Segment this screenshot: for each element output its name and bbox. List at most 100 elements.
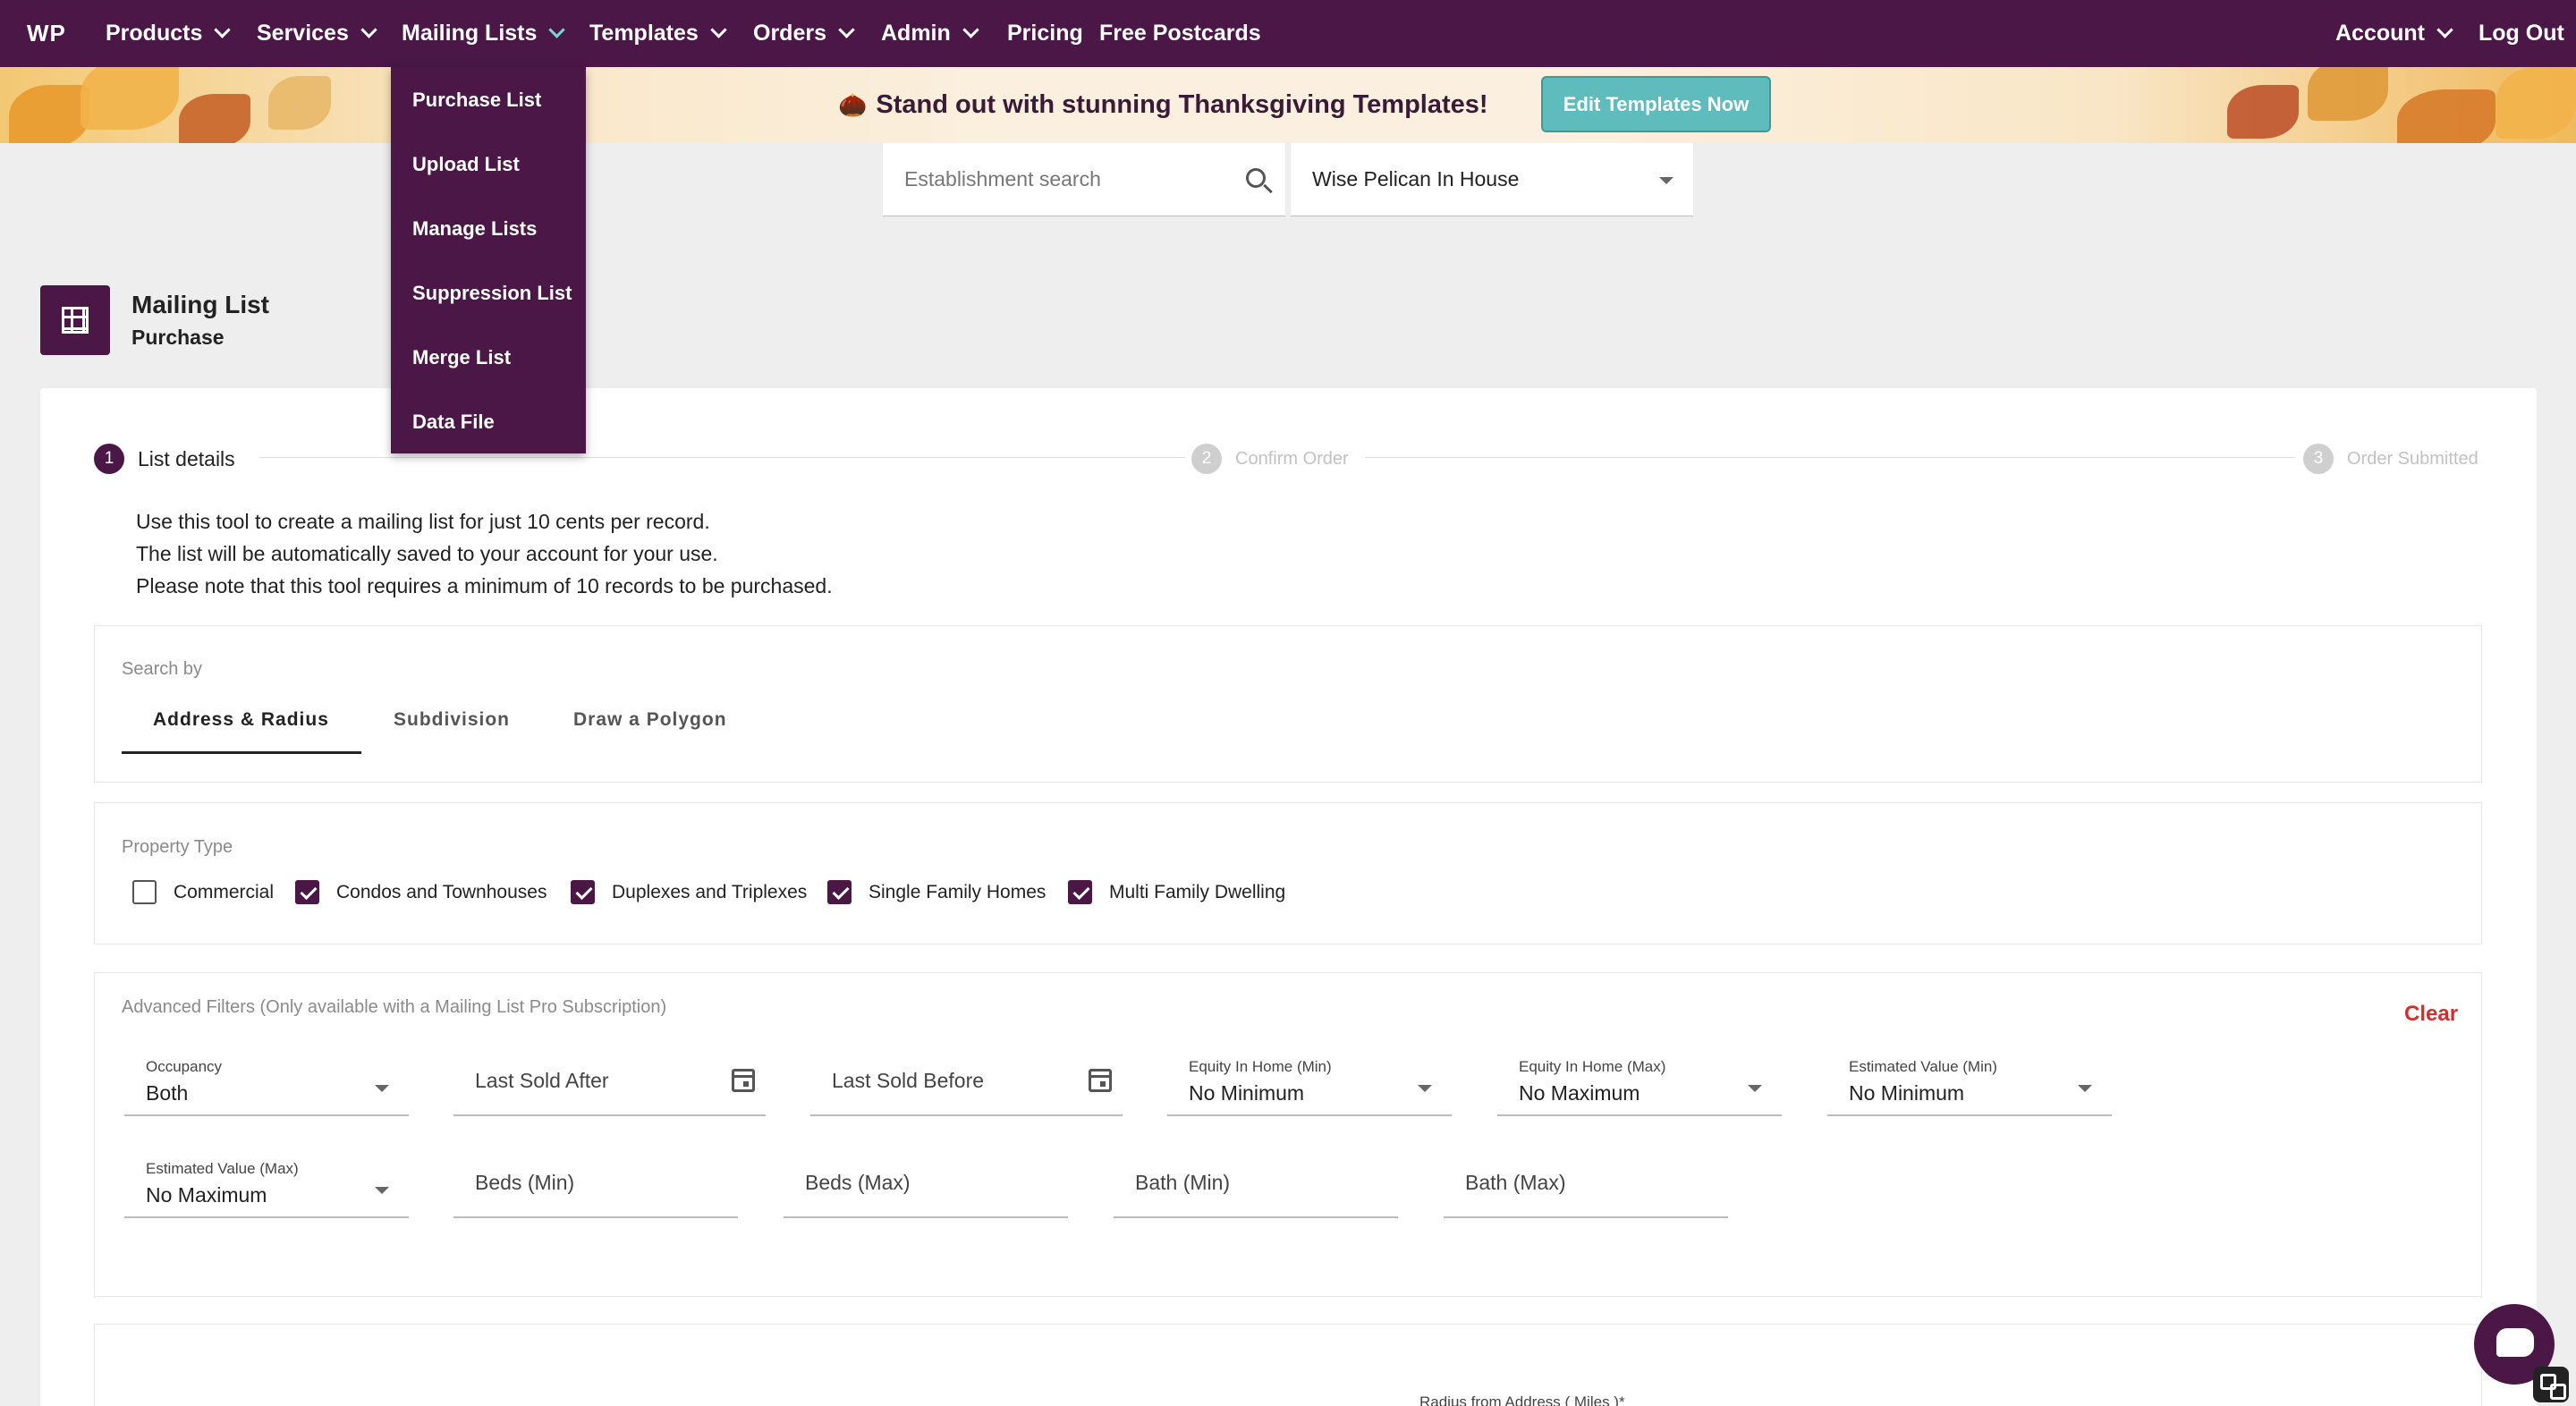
intro-line: The list will be automatically saved to … xyxy=(136,542,718,565)
checkbox-label: Duplexes and Triplexes xyxy=(612,881,808,902)
calendar-icon[interactable] xyxy=(1089,1069,1112,1092)
nav-free-postcards-label: Free Postcards xyxy=(1099,21,1261,46)
menu-item-manage-lists[interactable]: Manage Lists xyxy=(412,217,537,241)
calendar-icon[interactable] xyxy=(732,1069,755,1092)
nav-free-postcards[interactable]: Free Postcards xyxy=(1099,0,1261,67)
edit-templates-button[interactable]: Edit Templates Now xyxy=(1541,76,1771,132)
nav-logout[interactable]: Log Out xyxy=(2479,0,2564,67)
chat-bubble-icon xyxy=(2496,1328,2534,1357)
last-sold-after-field[interactable]: Last Sold After xyxy=(453,1049,766,1116)
nav-account[interactable]: Account xyxy=(2335,0,2453,67)
checkbox-single-family[interactable]: Single Family Homes xyxy=(827,880,1046,904)
tab-subdivision[interactable]: Subdivision xyxy=(394,709,510,731)
step-connector xyxy=(259,457,1185,458)
establishment-select[interactable]: Wise Pelican In House xyxy=(1291,143,1693,216)
nav-products[interactable]: Products xyxy=(106,0,232,67)
nav-templates[interactable]: Templates xyxy=(589,0,727,67)
clear-filters-link[interactable]: Clear xyxy=(2404,1002,2458,1027)
step-label: List details xyxy=(138,446,235,470)
property-type-panel xyxy=(94,802,2482,944)
last-sold-before-field[interactable]: Last Sold Before xyxy=(810,1049,1123,1116)
tab-address-radius[interactable]: Address & Radius xyxy=(153,709,329,731)
bath-max-input[interactable]: Bath (Max) xyxy=(1444,1151,1728,1218)
nav-pricing-label: Pricing xyxy=(1007,21,1083,46)
step-2: 2 Confirm Order xyxy=(1191,444,1349,474)
active-tab-indicator xyxy=(122,751,361,754)
beds-min-input[interactable]: Beds (Min) xyxy=(453,1151,738,1218)
chevron-down-icon xyxy=(962,21,979,38)
checkbox-checked-icon[interactable] xyxy=(827,880,852,904)
leaf-decoration xyxy=(2397,89,2496,143)
radius-label: Radius from Address ( Miles )* xyxy=(1419,1393,1625,1406)
extension-icon[interactable] xyxy=(2533,1367,2569,1402)
estimated-value-min-select[interactable]: Estimated Value (Min) No Minimum xyxy=(1827,1049,2112,1116)
nav-services-label: Services xyxy=(257,21,349,46)
field-label: Equity In Home (Min) xyxy=(1189,1058,1332,1075)
menu-item-data-file[interactable]: Data File xyxy=(412,411,495,434)
menu-item-merge-list[interactable]: Merge List xyxy=(412,346,511,369)
menu-item-upload-list[interactable]: Upload List xyxy=(412,153,520,176)
nav-admin-label: Admin xyxy=(881,21,951,46)
occupancy-select[interactable]: Occupancy Both xyxy=(124,1049,409,1116)
acorn-icon: 🌰 xyxy=(838,91,868,118)
page-subtitle: Purchase xyxy=(131,326,225,349)
nav-logout-label: Log Out xyxy=(2479,21,2564,46)
chevron-down-icon xyxy=(2436,21,2453,38)
nav-services[interactable]: Services xyxy=(257,0,377,67)
checkbox-multi-family[interactable]: Multi Family Dwelling xyxy=(1068,880,1285,904)
checkbox-checked-icon[interactable] xyxy=(1068,880,1092,904)
nav-mailing-lists[interactable]: Mailing Lists xyxy=(402,0,566,67)
equity-max-select[interactable]: Equity In Home (Max) No Maximum xyxy=(1497,1049,1782,1116)
nav-orders[interactable]: Orders xyxy=(753,0,855,67)
mailing-lists-dropdown: Purchase List Upload List Manage Lists S… xyxy=(391,67,586,453)
field-value: Both xyxy=(146,1081,189,1105)
checkbox-label: Condos and Townhouses xyxy=(336,881,547,902)
field-placeholder: Last Sold Before xyxy=(832,1069,985,1092)
nav-mailing-lists-label: Mailing Lists xyxy=(402,21,538,46)
field-label: Occupancy xyxy=(146,1058,223,1075)
estimated-value-max-select[interactable]: Estimated Value (Max) No Maximum xyxy=(124,1151,409,1218)
beds-max-input[interactable]: Beds (Max) xyxy=(784,1151,1068,1218)
logo[interactable]: WP xyxy=(27,20,66,47)
nav-pricing[interactable]: Pricing xyxy=(1007,0,1083,67)
step-1: 1 List details xyxy=(94,444,235,474)
caret-down-icon xyxy=(1659,177,1674,184)
field-placeholder: Beds (Min) xyxy=(475,1171,575,1194)
checkbox-checked-icon[interactable] xyxy=(295,880,319,904)
step-3: 3 Order Submitted xyxy=(2303,444,2479,474)
bath-min-input[interactable]: Bath (Min) xyxy=(1114,1151,1398,1218)
intro-line: Use this tool to create a mailing list f… xyxy=(136,510,710,533)
chevron-down-icon xyxy=(710,21,727,38)
field-value: No Minimum xyxy=(1849,1081,1965,1105)
promo-banner: 🌰 Stand out with stunning Thanksgiving T… xyxy=(0,67,2576,143)
caret-down-icon xyxy=(1748,1085,1762,1092)
checkbox-icon[interactable] xyxy=(132,880,157,904)
field-label: Estimated Value (Min) xyxy=(1849,1058,1997,1075)
menu-item-purchase-list[interactable]: Purchase List xyxy=(412,89,541,112)
nav-templates-label: Templates xyxy=(589,21,699,46)
checkbox-condos[interactable]: Condos and Townhouses xyxy=(295,880,547,904)
checkbox-commercial[interactable]: Commercial xyxy=(132,880,274,904)
menu-item-suppression-list[interactable]: Suppression List xyxy=(412,282,572,305)
property-type-label: Property Type xyxy=(122,837,233,857)
step-label: Confirm Order xyxy=(1235,448,1349,469)
intro-line: Please note that this tool requires a mi… xyxy=(136,574,833,597)
leaf-decoration xyxy=(2308,67,2388,121)
establishment-search-input[interactable]: Establishment search xyxy=(883,143,1285,216)
checkbox-duplexes[interactable]: Duplexes and Triplexes xyxy=(571,880,807,904)
top-nav: WP Products Services Mailing Lists Templ… xyxy=(0,0,2576,67)
establishment-value: Wise Pelican In House xyxy=(1312,167,1520,191)
nav-orders-label: Orders xyxy=(753,21,826,46)
nav-admin[interactable]: Admin xyxy=(881,0,979,67)
banner-headline: Stand out with stunning Thanksgiving Tem… xyxy=(876,90,1488,119)
tab-draw-polygon[interactable]: Draw a Polygon xyxy=(573,709,727,731)
leaf-decoration xyxy=(268,76,331,130)
page-title: Mailing List xyxy=(131,291,269,318)
grid-icon xyxy=(40,285,110,355)
advanced-filters-label: Advanced Filters (Only available with a … xyxy=(122,997,667,1017)
search-icon[interactable] xyxy=(1246,168,1266,188)
equity-min-select[interactable]: Equity In Home (Min) No Minimum xyxy=(1167,1049,1452,1116)
chevron-down-icon xyxy=(548,21,566,38)
checkbox-checked-icon[interactable] xyxy=(571,880,595,904)
step-number: 3 xyxy=(2303,444,2334,474)
